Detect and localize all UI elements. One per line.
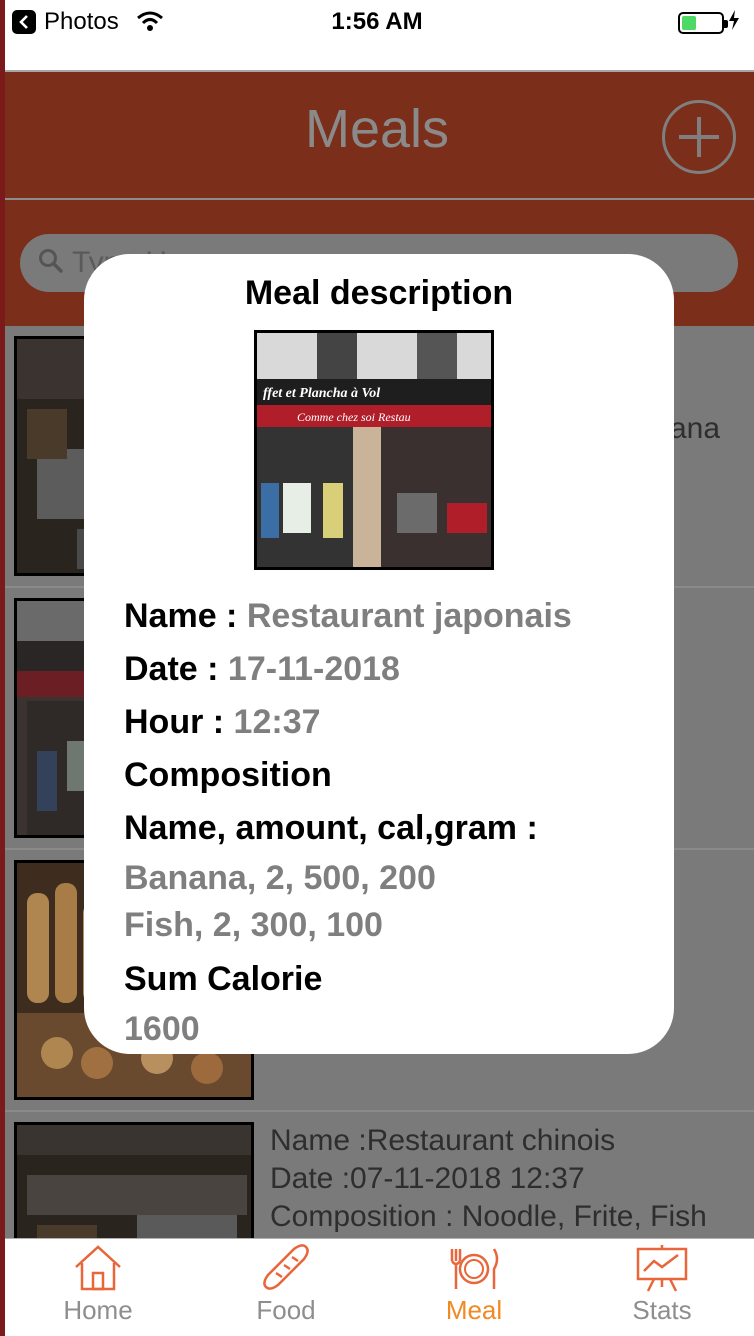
sum-calorie-label: Sum Calorie	[124, 960, 323, 998]
search-icon	[38, 248, 64, 279]
composition-item: Banana, 2, 500, 200	[124, 859, 436, 897]
meal-info: Name :Restaurant chinois Date :07-11-201…	[270, 1122, 707, 1236]
battery-indicator	[678, 10, 740, 35]
nav-bar: Meals	[0, 72, 754, 198]
meal-description-modal[interactable]: Meal description ffet et Plancha à Vol C…	[84, 254, 674, 1054]
name-value: Restaurant japonais	[246, 597, 572, 635]
left-edge-strip	[0, 0, 5, 1336]
svg-text:Comme chez soi Restau: Comme chez soi Restau	[297, 410, 411, 424]
meal-name: Name :Restaurant chinois	[270, 1124, 616, 1157]
chart-board-icon	[582, 1243, 742, 1293]
plate-cutlery-icon	[394, 1243, 554, 1293]
date-value: 17-11-2018	[227, 650, 400, 688]
house-icon	[18, 1243, 178, 1293]
charging-bolt-icon	[728, 10, 740, 35]
tab-food[interactable]: Food	[206, 1243, 366, 1335]
meal-hour-row: Hour : 12:37	[124, 696, 572, 749]
tab-label: Home	[63, 1295, 133, 1325]
baguette-icon	[206, 1243, 366, 1293]
status-bar: Photos 1:56 AM	[0, 0, 754, 44]
tab-label: Meal	[445, 1295, 503, 1325]
composition-label: Composition	[124, 756, 332, 794]
add-meal-button[interactable]	[662, 100, 736, 174]
meal-row[interactable]: Name :Restaurant chinois Date :07-11-201…	[0, 1112, 754, 1238]
tab-bar: Home Food Meal Stats	[0, 1238, 754, 1336]
modal-body: Name : Restaurant japonais Date : 17-11-…	[124, 590, 572, 1053]
tab-label: Food	[256, 1295, 316, 1325]
meal-thumbnail	[14, 1122, 254, 1238]
battery-icon	[678, 11, 728, 34]
tab-label: Stats	[632, 1295, 692, 1325]
hour-value: 12:37	[233, 703, 321, 741]
hour-label: Hour :	[124, 703, 234, 741]
meal-name-row: Name : Restaurant japonais	[124, 590, 572, 643]
sum-calorie-value: 1600	[124, 1010, 200, 1048]
svg-text:ffet et Plancha à Vol: ffet et Plancha à Vol	[263, 386, 380, 401]
date-label: Date :	[124, 650, 228, 688]
meal-photo: ffet et Plancha à Vol Comme chez soi Res…	[254, 330, 494, 570]
name-label: Name :	[124, 597, 247, 635]
meal-date-row: Date : 17-11-2018	[124, 643, 572, 696]
page-title: Meals	[304, 99, 450, 159]
meal-composition: Composition : Noodle, Frite, Fish	[270, 1200, 707, 1233]
composition-header: Name, amount, cal,gram :	[124, 809, 538, 847]
status-clock: 1:56 AM	[331, 8, 423, 35]
tab-home[interactable]: Home	[18, 1243, 178, 1335]
meal-date: Date :07-11-2018 12:37	[270, 1162, 585, 1195]
tab-meal[interactable]: Meal	[394, 1243, 554, 1335]
meal-text-partial: ana	[670, 412, 721, 445]
tab-stats[interactable]: Stats	[582, 1243, 742, 1335]
composition-item: Fish, 2, 300, 100	[124, 906, 383, 944]
modal-title: Meal description	[244, 274, 514, 312]
